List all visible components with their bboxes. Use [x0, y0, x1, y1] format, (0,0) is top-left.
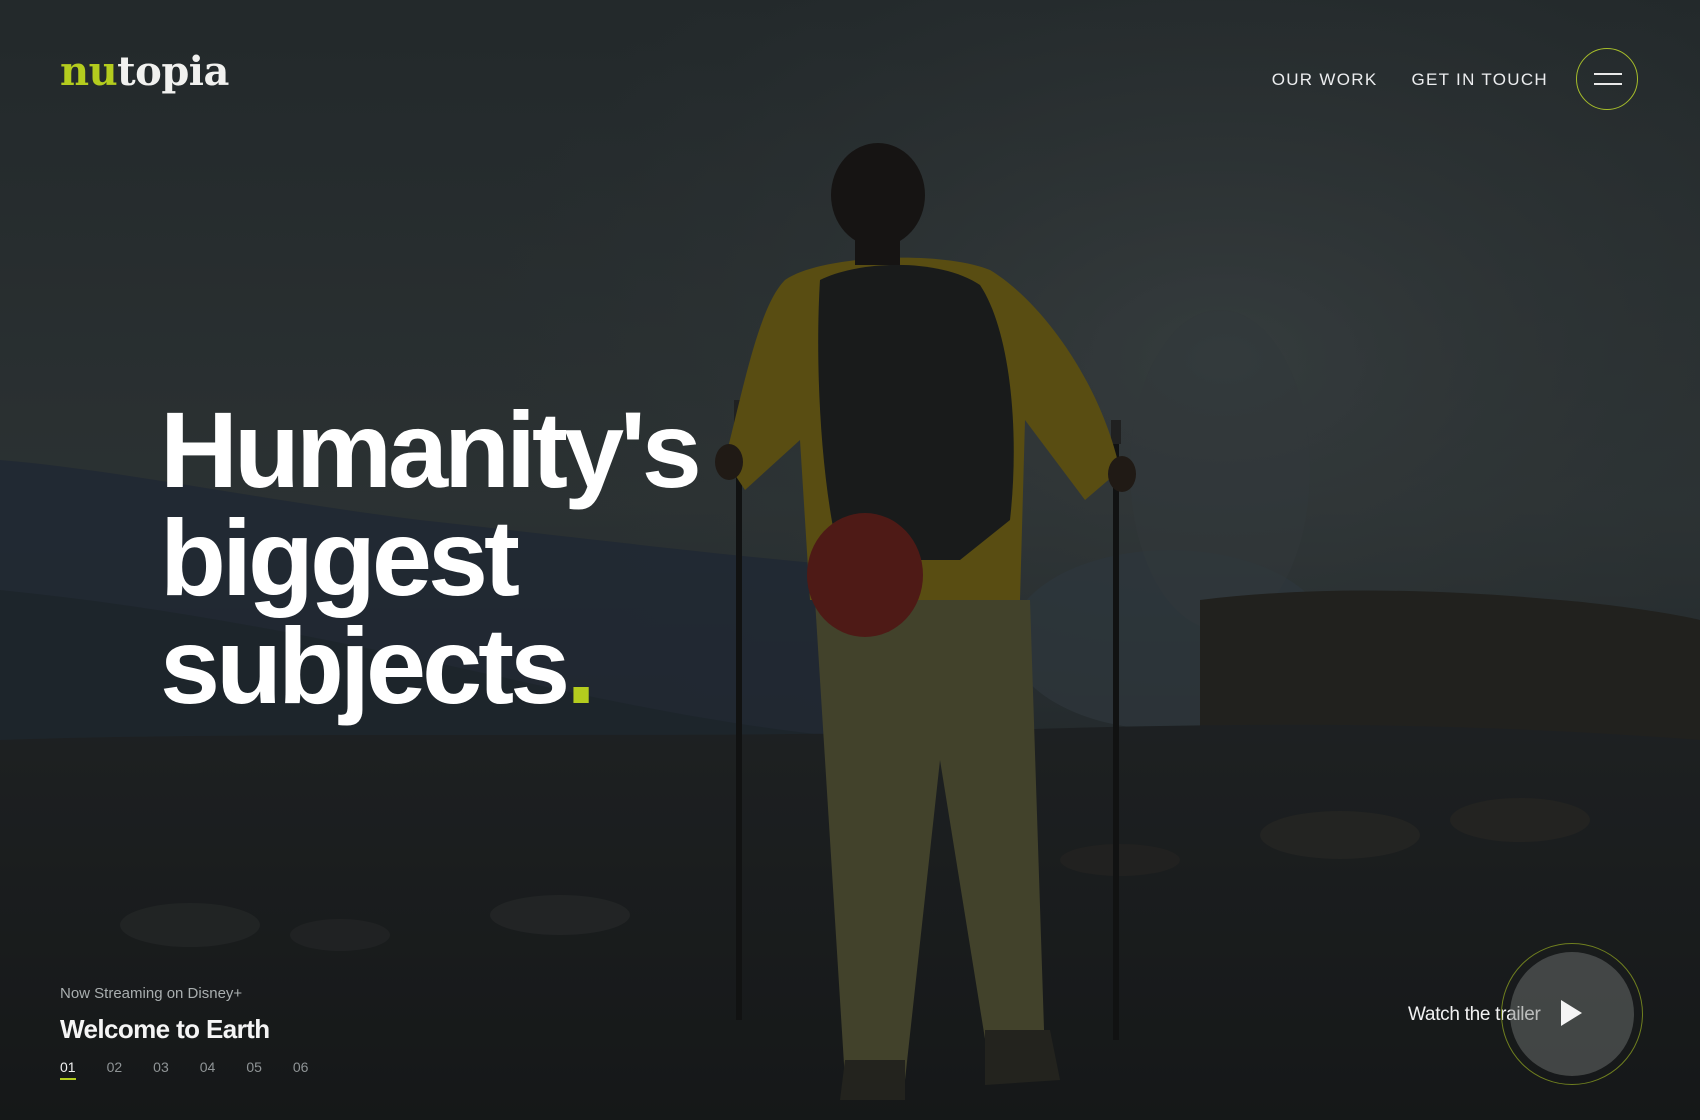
slide-pager: 01 02 03 04 05 06 [60, 1059, 308, 1080]
pager-item-02[interactable]: 02 [107, 1059, 123, 1080]
menu-button[interactable] [1576, 48, 1638, 110]
hero-headline: Humanity's biggest subjects. [160, 389, 702, 720]
feature-title[interactable]: Welcome to Earth [60, 1014, 270, 1045]
pager-item-05[interactable]: 05 [246, 1059, 262, 1080]
play-icon [1561, 1000, 1582, 1026]
headline-line-3: subjects. [160, 612, 698, 720]
pager-item-06[interactable]: 06 [293, 1059, 309, 1080]
headline-line-3-text: subjects [160, 605, 570, 726]
nutopia-logo[interactable]: nutopia [60, 52, 229, 92]
logo-rest: topia [117, 48, 229, 95]
pager-item-03[interactable]: 03 [153, 1059, 169, 1080]
top-nav: OUR WORK GET IN TOUCH [1272, 70, 1548, 90]
hamburger-menu-icon-line [1594, 83, 1622, 85]
hamburger-menu-icon [1594, 73, 1622, 75]
nav-our-work[interactable]: OUR WORK [1272, 70, 1378, 90]
headline-line-2: biggest [160, 497, 520, 618]
pager-item-04[interactable]: 04 [200, 1059, 216, 1080]
logo-accent: nu [60, 48, 118, 95]
headline-accent-dot: . [566, 605, 596, 726]
headline-line-1: Humanity's [160, 389, 702, 510]
nav-get-in-touch[interactable]: GET IN TOUCH [1411, 70, 1548, 90]
pager-item-01[interactable]: 01 [60, 1059, 76, 1080]
streaming-label: Now Streaming on Disney+ [60, 985, 243, 1002]
